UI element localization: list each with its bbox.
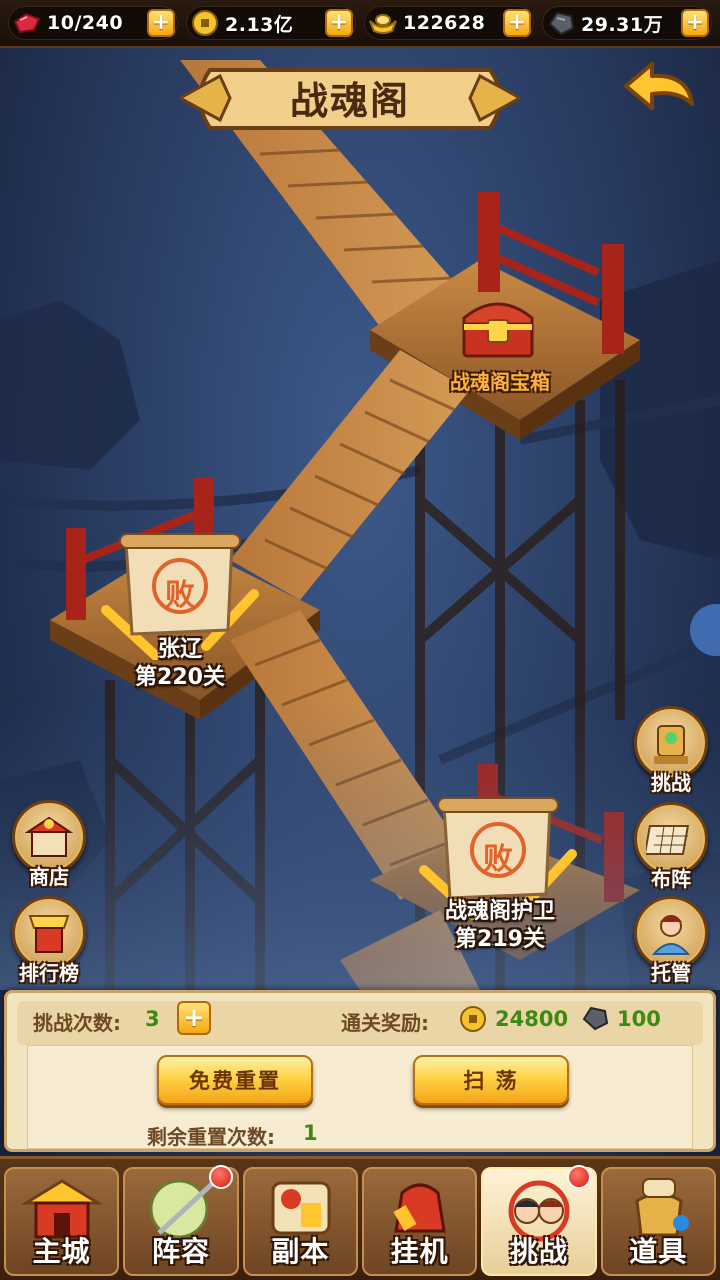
reward-copper-value: 24800: [495, 1007, 569, 1031]
challenge-label: 挑战: [651, 771, 691, 795]
gold-ingot-icon: [367, 7, 399, 39]
add-stamina-button[interactable]: +: [147, 9, 175, 37]
add-copper-button[interactable]: +: [325, 9, 353, 37]
add-gold-button[interactable]: +: [503, 9, 531, 37]
title-banner: 战魂阁: [180, 62, 520, 136]
gold-value: 122628: [403, 12, 486, 34]
formation-label: 布阵: [651, 867, 691, 891]
reward-iron-value: 100: [617, 1007, 661, 1031]
notification-badge: [208, 1165, 233, 1189]
nav-label: 副本: [271, 1235, 330, 1268]
bottom-nav: 主城 阵容 副本 挂机 挑战 道具: [0, 1156, 720, 1280]
sweep-button[interactable]: 扫 荡: [413, 1055, 569, 1105]
nav-idle[interactable]: 挂机: [361, 1167, 478, 1276]
shop-label: 商店: [29, 865, 69, 889]
attempts-label: 挑战次数:: [33, 1011, 121, 1035]
iron-ore-icon: [581, 1005, 609, 1035]
nav-label: 挑战: [509, 1235, 568, 1268]
nav-label: 挂机: [390, 1235, 449, 1268]
chest-label: 战魂阁宝箱: [450, 370, 550, 394]
resource-bar: 10/240 + 2.13亿 + 122628 + 29.31万 +: [0, 0, 720, 48]
ranking-label: 排行榜: [19, 961, 79, 985]
stage-name: 战魂阁护卫: [444, 899, 555, 924]
nav-dungeon[interactable]: 副本: [242, 1167, 358, 1276]
copper-counter: 2.13亿 +: [186, 6, 356, 40]
back-arrow-icon: [624, 62, 694, 110]
copper-coin-icon: [459, 1005, 487, 1037]
nav-lineup[interactable]: 阵容: [123, 1165, 239, 1276]
auto-label: 托管: [651, 961, 691, 985]
nav-label: 阵容: [151, 1235, 210, 1268]
treasure-chest-icon: [462, 302, 534, 358]
stage-level: 第219关: [455, 927, 545, 952]
resets-left-value: 1: [303, 1121, 318, 1145]
free-reset-button[interactable]: 免费重置: [157, 1055, 313, 1105]
gold-counter: 122628 +: [364, 6, 534, 40]
copper-value: 2.13亿: [225, 13, 294, 36]
nav-items[interactable]: 道具: [600, 1167, 716, 1276]
stamina-icon: [11, 7, 43, 39]
nav-label: 主城: [32, 1235, 91, 1268]
stamina-counter: 10/240 +: [8, 6, 178, 40]
shop-button[interactable]: 商店: [8, 800, 90, 890]
defeat-seal: 败: [483, 842, 513, 877]
stage-name: 张辽: [157, 637, 202, 662]
add-iron-button[interactable]: +: [681, 9, 709, 37]
stage-label-lower: 战魂阁护卫 第219关: [420, 898, 580, 954]
treasure-chest[interactable]: [458, 290, 538, 360]
iron-ore-icon: [545, 7, 577, 39]
nav-main-city[interactable]: 主城: [4, 1167, 120, 1276]
notification-badge: [566, 1165, 591, 1189]
stage-level: 第220关: [135, 665, 225, 690]
add-attempts-button[interactable]: +: [177, 1001, 211, 1035]
iron-value: 29.31万: [581, 13, 664, 36]
resets-left-label: 剩余重置次数:: [147, 1125, 275, 1149]
iron-counter: 29.31万 +: [542, 6, 712, 40]
panel-body: [27, 1045, 693, 1149]
ranking-button[interactable]: 排行榜: [8, 896, 90, 986]
challenge-panel: 挑战次数: 3 + 通关奖励: 24800 100 免费重置 扫 荡 剩余重置次…: [4, 990, 716, 1152]
copper-coin-icon: [189, 7, 221, 39]
challenge-button[interactable]: 挑战: [630, 706, 712, 796]
reward-label: 通关奖励:: [341, 1011, 429, 1035]
defeat-seal: 败: [165, 578, 195, 613]
stamina-value: 10/240: [47, 12, 124, 34]
back-button[interactable]: [622, 60, 698, 122]
nav-label: 道具: [629, 1235, 688, 1268]
attempts-value: 3: [145, 1007, 160, 1031]
page-title: 战魂阁: [289, 78, 410, 123]
formation-button[interactable]: 布阵: [630, 802, 712, 892]
stage-label-upper: 张辽 第220关: [110, 636, 250, 692]
auto-button[interactable]: 托管: [630, 896, 712, 986]
nav-challenge[interactable]: 挑战: [481, 1165, 597, 1276]
